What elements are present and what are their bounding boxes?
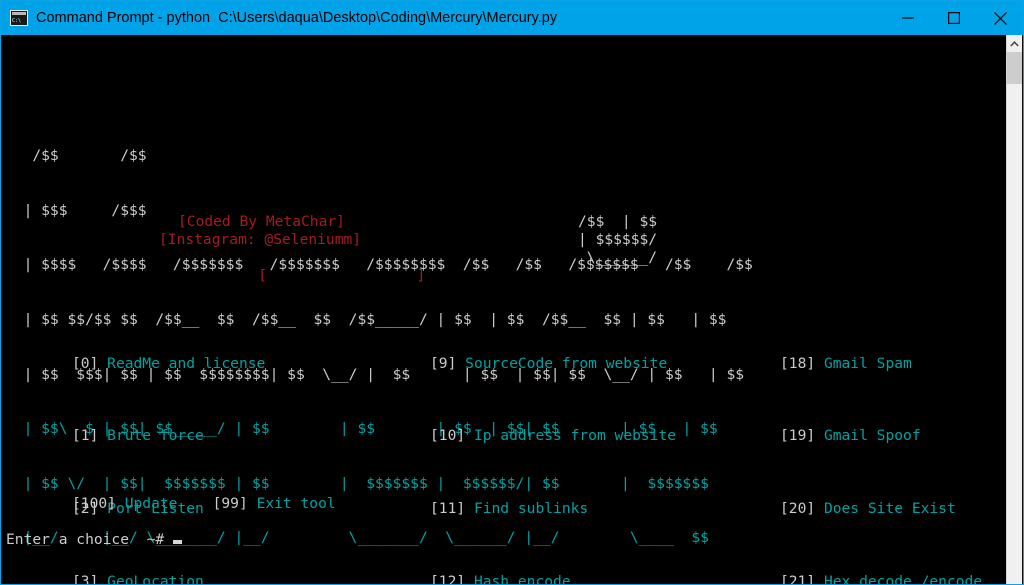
menu-key: [10] bbox=[430, 427, 466, 445]
menu-item-21[interactable]: [21] Hex decode /encode bbox=[780, 573, 982, 584]
menu-item-9[interactable]: [9] SourceCode from website bbox=[430, 355, 667, 373]
menu-key: [19] bbox=[780, 427, 816, 445]
close-button[interactable] bbox=[977, 2, 1023, 34]
menu-label: Gmail Spoof bbox=[823, 427, 921, 445]
menu-key: [12] bbox=[430, 573, 466, 584]
banner-tail-line: /$$ | $$ bbox=[578, 213, 658, 230]
menu-row: [3] GeoLocation [12] Hash encode [21] He… bbox=[2, 573, 1007, 584]
menu-item-100[interactable]: [100] Update bbox=[72, 495, 177, 512]
chevron-up-icon bbox=[1010, 40, 1019, 47]
scrollbar-track[interactable] bbox=[1007, 84, 1022, 584]
minimize-icon bbox=[902, 17, 914, 19]
menu-item-0[interactable]: [0] ReadMe and license bbox=[72, 355, 265, 373]
command-prompt-icon bbox=[10, 10, 28, 26]
prompt-symbol: ~# bbox=[146, 531, 165, 548]
menu-key: [0] bbox=[72, 354, 99, 372]
menu-key: [20] bbox=[780, 500, 816, 518]
menu-key: [100] bbox=[72, 495, 116, 512]
menu-label: Does Site Exist bbox=[823, 500, 956, 518]
menu-item-10[interactable]: [10] Ip address from website bbox=[430, 427, 676, 445]
menu-item-20[interactable]: [20] Does Site Exist bbox=[780, 500, 956, 518]
menu-item-3[interactable]: [3] GeoLocation bbox=[72, 573, 204, 584]
menu-item-99[interactable]: [99] Exit tool bbox=[213, 495, 336, 512]
menu-key: [1] bbox=[72, 427, 99, 445]
menu-label: Ip address from website bbox=[473, 427, 677, 445]
scrollbar-thumb[interactable] bbox=[1007, 52, 1022, 84]
console-output-area[interactable]: /$$ /$$ | $$$ /$$$ | $$$$ /$$$$ /$$$$$$$… bbox=[2, 35, 1007, 584]
menu-label: Hex decode /encode bbox=[823, 573, 983, 584]
menu-item-12[interactable]: [12] Hash encode bbox=[430, 573, 571, 584]
menu-key: [21] bbox=[780, 573, 816, 584]
menu-item-18[interactable]: [18] Gmail Spam bbox=[780, 355, 912, 373]
menu-label: Find sublinks bbox=[473, 500, 589, 518]
menu-footer: [100] Update [99] Exit tool bbox=[72, 495, 336, 513]
menu-label: Gmail Spam bbox=[823, 354, 912, 372]
text-cursor bbox=[172, 540, 182, 544]
input-prompt[interactable]: Enter a choice ~# bbox=[6, 531, 182, 549]
menu-row: [0] ReadMe and license [9] SourceCode fr… bbox=[2, 355, 1007, 373]
menu-row: [1] Brute force [10] Ip address from web… bbox=[2, 427, 1007, 445]
menu-label: ReadMe and license bbox=[107, 354, 266, 372]
credit-empty-brackets: [ ] bbox=[188, 249, 425, 304]
menu-key: [3] bbox=[72, 573, 99, 584]
menu-label: Update bbox=[124, 495, 178, 512]
credit-coded-by: [Coded By MetaChar] bbox=[178, 213, 345, 230]
banner-tail-line: | $$$$$$/ bbox=[578, 231, 658, 248]
prompt-label: Enter a choice bbox=[6, 531, 130, 548]
menu-label: GeoLocation bbox=[107, 573, 204, 584]
menu-key: [18] bbox=[780, 354, 816, 372]
menu-label: Exit tool bbox=[256, 495, 336, 512]
console-window: Command Prompt - python C:\Users\daqua\D… bbox=[0, 0, 1024, 585]
window-title: Command Prompt - python C:\Users\daqua\D… bbox=[36, 10, 558, 26]
close-icon bbox=[993, 11, 1007, 25]
minimize-button[interactable] bbox=[885, 2, 931, 34]
menu-label: Hash encode bbox=[473, 573, 571, 584]
window-titlebar[interactable]: Command Prompt - python C:\Users\daqua\D… bbox=[1, 1, 1023, 35]
credit-instagram: [Instagram: @Seleniumm] bbox=[159, 231, 362, 248]
menu-key: [9] bbox=[430, 354, 457, 372]
menu-label: SourceCode from website bbox=[465, 354, 668, 372]
scroll-up-button[interactable] bbox=[1007, 35, 1022, 52]
maximize-button[interactable] bbox=[931, 2, 977, 34]
banner-line: /$$ /$$ bbox=[6, 147, 674, 165]
bracket-open: [ bbox=[258, 267, 268, 285]
menu-item-11[interactable]: [11] Find sublinks bbox=[430, 500, 588, 518]
menu-item-1[interactable]: [1] Brute force bbox=[72, 427, 204, 445]
menu-item-19[interactable]: [19] Gmail Spoof bbox=[780, 427, 921, 445]
maximize-icon bbox=[948, 12, 960, 24]
vertical-scrollbar[interactable] bbox=[1006, 35, 1022, 584]
menu-label: Brute force bbox=[107, 427, 204, 445]
banner-tail-line: \______/ bbox=[578, 249, 658, 266]
menu-key: [99] bbox=[212, 495, 248, 512]
bracket-close: ] bbox=[416, 267, 426, 285]
menu-key: [11] bbox=[430, 500, 466, 518]
